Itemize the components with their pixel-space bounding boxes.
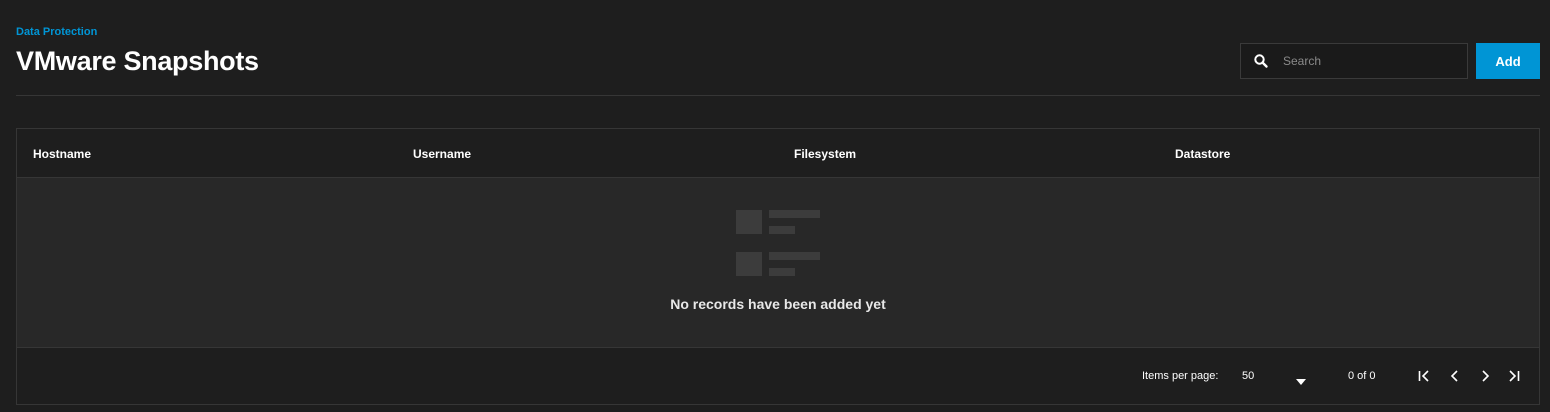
search-input[interactable]: [1283, 44, 1467, 78]
table-header-row: Hostname Username Filesystem Datastore: [17, 129, 1539, 178]
empty-state: No records have been added yet: [17, 179, 1539, 347]
search-icon: [1253, 53, 1269, 69]
items-per-page-select[interactable]: 50: [1242, 366, 1312, 386]
header-divider: [16, 95, 1540, 96]
range-label: 0 of 0: [1348, 370, 1376, 382]
next-page-icon[interactable]: [1475, 366, 1495, 386]
first-page-icon[interactable]: [1414, 366, 1434, 386]
column-header-username[interactable]: Username: [413, 147, 471, 161]
empty-message: No records have been added yet: [670, 296, 886, 312]
items-per-page-label: Items per page:: [1142, 370, 1219, 382]
items-per-page-value: 50: [1242, 370, 1255, 382]
last-page-icon[interactable]: [1504, 366, 1524, 386]
snapshots-table: Hostname Username Filesystem Datastore N…: [16, 128, 1540, 405]
search-box[interactable]: [1240, 43, 1468, 79]
chevron-down-icon: [1296, 372, 1306, 390]
paginator: Items per page: 50 0 of 0: [17, 347, 1539, 404]
page-title: VMware Snapshots: [16, 46, 259, 76]
column-header-filesystem[interactable]: Filesystem: [794, 147, 856, 161]
add-button[interactable]: Add: [1476, 43, 1540, 79]
column-header-hostname[interactable]: Hostname: [33, 147, 91, 161]
page: Data Protection VMware Snapshots Add Hos…: [0, 0, 1550, 412]
column-header-datastore[interactable]: Datastore: [1175, 147, 1230, 161]
breadcrumb[interactable]: Data Protection: [16, 26, 97, 38]
previous-page-icon[interactable]: [1445, 366, 1465, 386]
empty-list-icon: [736, 210, 822, 283]
